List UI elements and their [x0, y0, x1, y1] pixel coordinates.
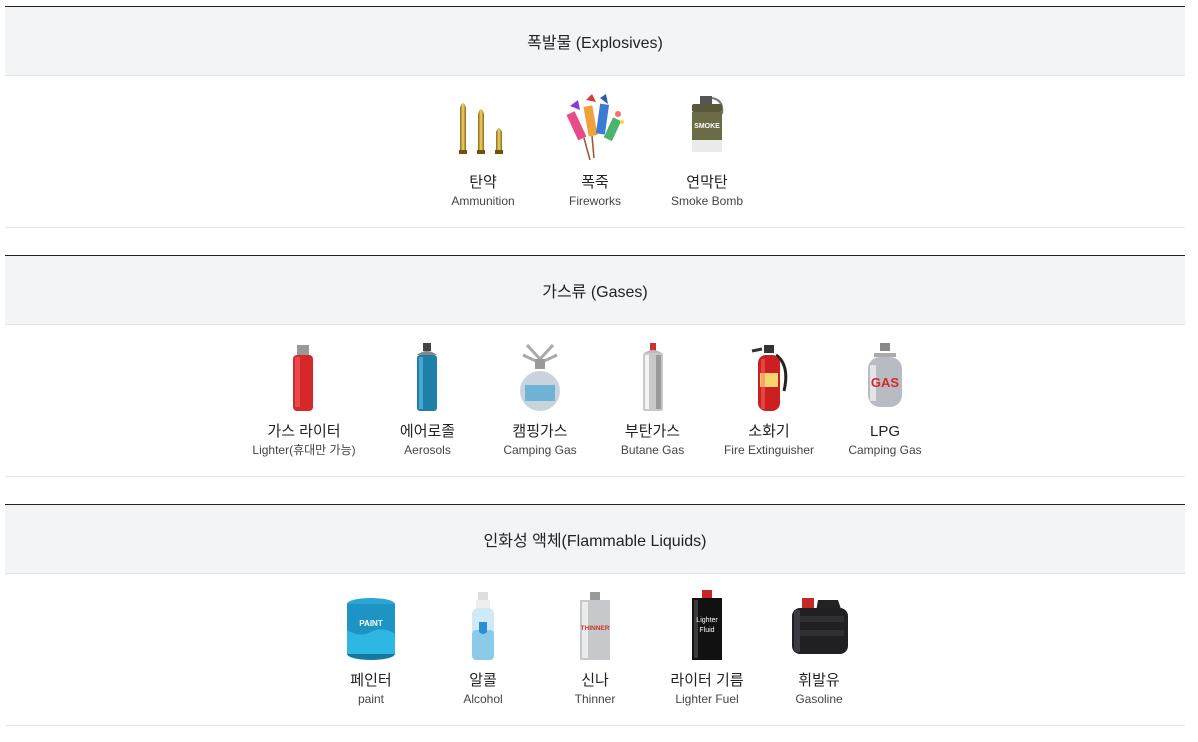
item-label-en: Thinner — [574, 692, 616, 706]
alcohol-spray-icon — [446, 590, 520, 664]
item-label-ko: 에어로졸 — [399, 423, 456, 440]
lighter-icon — [267, 341, 341, 415]
item-gasoline[interactable]: 휘발유 Gasoline — [763, 590, 875, 706]
item-thinner[interactable]: THINNER 신나 Thinner — [539, 590, 651, 706]
item-lighter[interactable]: 가스 라이터 Lighter(휴대만 가능) — [243, 341, 365, 457]
item-label-en: Fire Extinguisher — [723, 443, 815, 457]
item-lighter-fuel[interactable]: Lighter Fluid 라이터 기름 Lighter Fuel — [651, 590, 763, 706]
smoke-bomb-icon: SMOKE — [670, 92, 744, 166]
fireworks-icon — [558, 92, 632, 166]
item-label-en: Lighter Fuel — [675, 692, 739, 706]
item-label-en: Fireworks — [568, 194, 621, 208]
lpg-tank-icon: GAS — [848, 341, 922, 415]
smoke-bomb-label: SMOKE — [694, 123, 720, 130]
item-label-ko: 라이터 기름 — [670, 672, 744, 689]
aerosol-icon — [391, 341, 465, 415]
item-paint[interactable]: PAINT 페인터 paint — [315, 590, 427, 706]
paint-can-icon: PAINT — [334, 590, 408, 664]
item-smoke-bomb[interactable]: SMOKE 연막탄 Smoke Bomb — [651, 92, 763, 208]
item-fire-extinguisher[interactable]: 소화기 Fire Extinguisher — [715, 341, 823, 457]
lighter-fuel-label-1: Lighter — [696, 617, 718, 624]
camping-gas-icon — [503, 341, 577, 415]
item-label-ko: 신나 — [581, 672, 609, 689]
item-aerosol[interactable]: 에어로졸 Aerosols — [365, 341, 490, 457]
item-label-en: Gasoline — [795, 692, 843, 706]
item-label-en: Butane Gas — [620, 443, 685, 457]
gasoline-can-icon — [782, 590, 856, 664]
ammunition-icon — [446, 92, 520, 166]
item-label-ko: 페인터 — [350, 672, 392, 689]
item-label-ko: 알콜 — [469, 672, 497, 689]
item-ammunition[interactable]: 탄약 Ammunition — [427, 92, 539, 208]
lighter-fuel-label-2: Fluid — [699, 627, 714, 634]
item-label-ko: LPG — [869, 423, 900, 440]
item-label-en: Camping Gas — [848, 443, 922, 457]
item-label-en: Aerosols — [404, 443, 451, 457]
item-label-ko: 가스 라이터 — [267, 423, 341, 440]
lighter-fuel-icon: Lighter Fluid — [670, 590, 744, 664]
item-camping-gas[interactable]: 캠핑가스 Camping Gas — [490, 341, 590, 457]
item-alcohol[interactable]: 알콜 Alcohol — [427, 590, 539, 706]
explosives-section: 폭발물 (Explosives) 탄약 Ammunition 폭죽 Firewo… — [5, 6, 1185, 228]
item-label-ko: 휘발유 — [798, 672, 840, 689]
flammable-liquids-section: 인화성 액체(Flammable Liquids) PAINT 페인터 pain… — [5, 504, 1185, 726]
item-label-en: Smoke Bomb — [670, 194, 744, 208]
item-label-ko: 소화기 — [748, 423, 790, 440]
item-fireworks[interactable]: 폭죽 Fireworks — [539, 92, 651, 208]
item-label-en: Camping Gas — [503, 443, 577, 457]
item-label-ko: 탄약 — [469, 174, 497, 191]
flammable-liquids-items: PAINT 페인터 paint 알콜 Alcohol THINNER 신나 Th… — [5, 574, 1185, 726]
item-label-ko: 폭죽 — [581, 174, 609, 191]
thinner-label: THINNER — [581, 625, 610, 632]
fire-extinguisher-icon — [732, 341, 806, 415]
section-title-explosives: 폭발물 (Explosives) — [5, 6, 1185, 76]
item-label-en: Lighter(휴대만 가능) — [252, 443, 356, 457]
explosives-items: 탄약 Ammunition 폭죽 Fireworks SMOKE 연막탄 Smo… — [5, 76, 1185, 228]
lpg-label: GAS — [871, 375, 900, 390]
thinner-can-icon: THINNER — [558, 590, 632, 664]
item-label-en: Ammunition — [451, 194, 515, 208]
section-title-gases: 가스류 (Gases) — [5, 255, 1185, 325]
item-label-ko: 연막탄 — [686, 174, 728, 191]
item-butane-gas[interactable]: 부탄가스 Butane Gas — [590, 341, 715, 457]
item-label-en: Alcohol — [463, 692, 503, 706]
item-lpg[interactable]: GAS LPG Camping Gas — [823, 341, 947, 457]
butane-gas-icon — [616, 341, 690, 415]
gases-items: 가스 라이터 Lighter(휴대만 가능) 에어로졸 Aerosols 캠핑가… — [5, 325, 1185, 477]
gases-section: 가스류 (Gases) 가스 라이터 Lighter(휴대만 가능) 에어로졸 … — [5, 255, 1185, 477]
item-label-en: paint — [357, 692, 385, 706]
item-label-ko: 부탄가스 — [624, 423, 681, 440]
section-title-flammable-liquids: 인화성 액체(Flammable Liquids) — [5, 504, 1185, 574]
paint-can-label: PAINT — [359, 619, 383, 628]
item-label-ko: 캠핑가스 — [512, 423, 568, 440]
